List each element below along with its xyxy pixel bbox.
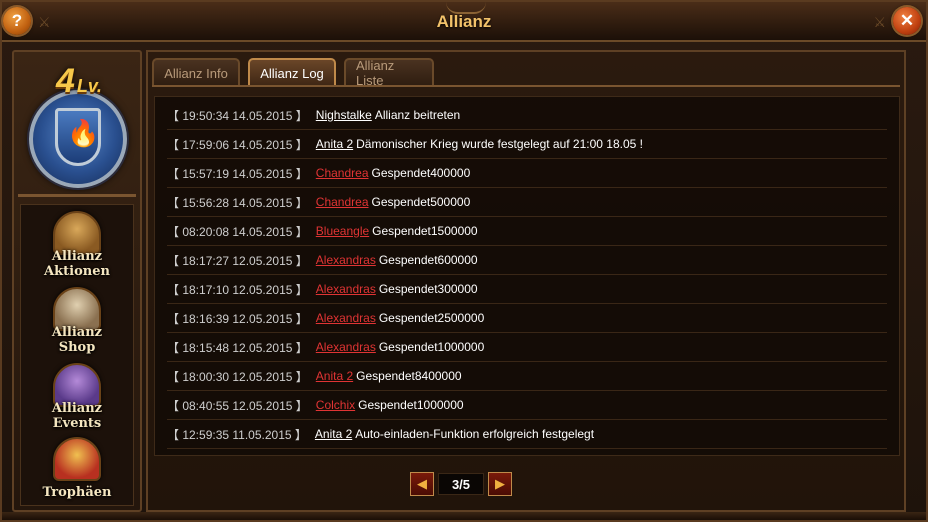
question-mark-icon: ? [11,11,23,30]
log-message: Allianz beitreten [374,108,461,122]
log-entry: 【 18:16:39 12.05.2015 】 Alexandras Gespend… [167,304,887,333]
log-entry: 【 18:17:27 12.05.2015 】 Alexandras Gespend… [167,246,887,275]
log-message: Gespendet300000 [378,282,478,296]
log-timestamp: 【 15:56:28 14.05.2015 】 [167,195,308,210]
sidebar: 🔥 4 Lv. Allianz Aktionen Allianz Shop Al… [12,50,142,512]
log-timestamp: 【 08:20:08 14.05.2015 】 [167,224,308,239]
level-number: 4 [56,62,75,100]
log-message: Gespendet400000 [371,166,471,180]
divider [18,194,136,197]
alliance-level-area: 🔥 4 Lv. [14,52,140,196]
sidebar-item-allianz-shop[interactable]: Allianz Shop [21,285,133,359]
window-title: Allianz [436,12,492,31]
alliance-emblem: 🔥 [29,90,127,188]
log-user-link[interactable]: Alexandras [316,282,376,296]
log-user-link[interactable]: Alexandras [316,253,376,267]
log-timestamp: 【 18:00:30 12.05.2015 】 [167,369,308,384]
arrow-left-icon: ◀ [417,476,427,491]
log-user-link[interactable]: Colchix [316,398,355,412]
log-message: Gespendet500000 [371,195,471,209]
log-message: Gespendet600000 [378,253,478,267]
sidebar-item-label: Allianz Events [21,401,133,431]
log-entry: 【 19:50:34 14.05.2015 】 Nighstalke Allianz… [167,101,887,130]
log-timestamp: 【 08:40:55 12.05.2015 】 [167,398,308,413]
label-line-1: Allianz [51,249,103,264]
log-user-link[interactable]: Anita 2 [316,369,353,383]
log-user-link[interactable]: Chandrea [316,166,369,180]
sidebar-item-trophaeen[interactable]: Trophäen [21,435,133,509]
title-bar: Allianz ? ✕ ⚔ ⚔ [2,2,926,42]
sidebar-item-label: Allianz Shop [21,325,133,355]
log-entry: 【 08:40:55 12.05.2015 】 Colchix Gespendet1… [167,391,887,420]
flame-icon: 🔥 [67,118,100,148]
close-icon: ✕ [899,11,915,30]
sidebar-item-label: Trophäen [21,485,133,500]
log-entry: 【 12:59:35 11.05.2015 】 Anita 2 Auto-einla… [167,420,887,449]
log-entry: 【 15:57:19 14.05.2015 】 Chandrea Gespendet… [167,159,887,188]
log-message: Gespendet2500000 [378,311,485,325]
log-timestamp: 【 15:57:19 14.05.2015 】 [167,166,308,181]
log-message: Dämonischer Krieg wurde festgelegt auf 2… [356,137,643,151]
log-timestamp: 【 19:50:34 14.05.2015 】 [167,108,308,123]
log-message: Gespendet1000000 [358,398,464,412]
log-user-link[interactable]: Nighstalke [316,108,372,122]
log-entry: 【 18:00:30 12.05.2015 】 Anita 2 Gespendet8… [167,362,887,391]
log-user-link[interactable]: Alexandras [316,340,376,354]
tab-underline [152,85,900,87]
tab-allianz-log[interactable]: Allianz Log [248,58,336,86]
arrow-right-icon: ▶ [495,476,505,491]
main-panel: Allianz Info Allianz Log Allianz Liste 【… [146,50,906,512]
log-entry: 【 17:59:06 14.05.2015 】 Anita 2 Dämonische… [167,130,887,159]
prev-page-button[interactable]: ◀ [410,472,434,496]
sidebar-item-allianz-aktionen[interactable]: Allianz Aktionen [21,209,133,283]
label-line-1: Trophäen [42,485,112,500]
log-user-link[interactable]: Chandrea [316,195,369,209]
crossed-swords-icon: ⚔ [873,14,886,30]
label-line-1: Allianz [51,401,103,416]
level-suffix: Lv. [76,76,102,96]
help-button[interactable]: ? [3,7,31,35]
bottom-border [2,512,926,520]
crossed-swords-icon: ⚔ [38,14,51,30]
alliance-level-badge: 4 Lv. [56,62,102,101]
trophy-icon [53,437,101,481]
alliance-log-list: 【 19:50:34 14.05.2015 】 Nighstalke Allianz… [154,96,900,456]
log-user-link[interactable]: Anita 2 [315,427,352,441]
log-message: Gespendet1000000 [378,340,485,354]
tab-allianz-liste[interactable]: Allianz Liste [344,58,434,88]
log-user-link[interactable]: Blueangle [316,224,369,238]
alliance-window: Allianz ? ✕ ⚔ ⚔ 🔥 4Lv. Allianz Aktionen [0,0,928,522]
sidebar-item-label: Allianz Aktionen [21,249,133,279]
log-entry: 【 08:20:08 14.05.2015 】 Blueangle Gespende… [167,217,887,246]
log-message: Gespendet8400000 [356,369,462,383]
label-line-2: Aktionen [44,264,110,279]
label-line-2: Shop [58,340,96,355]
log-user-link[interactable]: Anita 2 [316,137,353,151]
next-page-button[interactable]: ▶ [488,472,512,496]
log-entry: 【 18:17:10 12.05.2015 】 Alexandras Gespend… [167,275,887,304]
sidebar-item-allianz-events[interactable]: Allianz Events [21,361,133,435]
log-entry: 【 15:56:28 14.05.2015 】 Chandrea Gespendet… [167,188,887,217]
log-timestamp: 【 17:59:06 14.05.2015 】 [167,137,308,152]
log-timestamp: 【 18:17:10 12.05.2015 】 [167,282,308,297]
log-message: Auto-einladen-Funktion erfolgreich festg… [355,427,595,441]
log-timestamp: 【 18:15:48 12.05.2015 】 [167,340,308,355]
log-user-link[interactable]: Alexandras [316,311,376,325]
page-indicator: 3/5 [438,473,484,495]
log-timestamp: 【 12:59:35 11.05.2015 】 [167,427,307,442]
log-message: Gespendet1500000 [372,224,478,238]
close-button[interactable]: ✕ [893,7,921,35]
log-timestamp: 【 18:16:39 12.05.2015 】 [167,311,308,326]
label-line-2: Events [52,416,102,431]
log-timestamp: 【 18:17:27 12.05.2015 】 [167,253,308,268]
label-line-1: Allianz [51,325,103,340]
log-entry: 【 18:15:48 12.05.2015 】 Alexandras Gespend… [167,333,887,362]
tab-allianz-info[interactable]: Allianz Info [152,58,240,86]
sidebar-menu: Allianz Aktionen Allianz Shop Allianz Ev… [20,204,134,506]
